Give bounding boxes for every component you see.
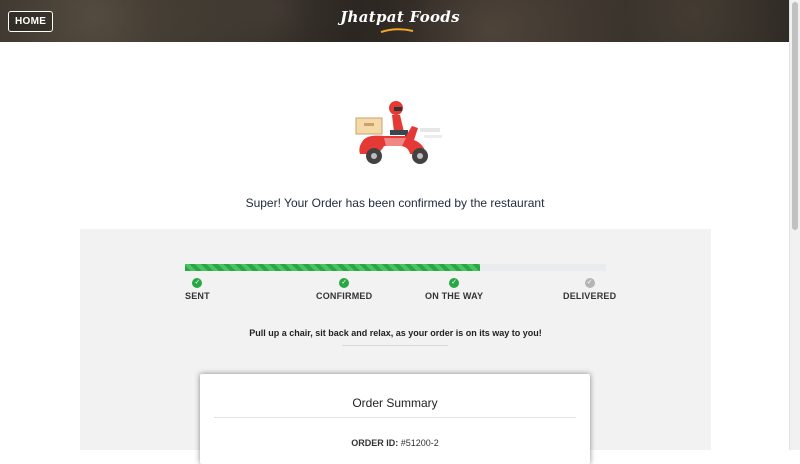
check-circle-icon: ✓: [339, 278, 350, 288]
order-id: ORDER ID: #51200-2: [200, 438, 590, 448]
order-summary-card: Order Summary ORDER ID: #51200-2: [200, 374, 590, 464]
step-confirmed: ✓ CONFIRMED: [316, 278, 373, 301]
brand-logo: Jhatpat Foods: [340, 8, 460, 26]
logo-swoosh-icon: [380, 28, 414, 33]
home-button[interactable]: HOME: [8, 11, 54, 32]
step-delivered: ✓ DELIVERED: [563, 278, 617, 301]
check-circle-icon: ✓: [449, 278, 460, 288]
order-progress-fill: [185, 264, 480, 271]
order-summary-title: Order Summary: [352, 396, 438, 410]
delivery-scooter-icon: [355, 101, 442, 164]
order-id-label: ORDER ID:: [351, 438, 399, 448]
relax-message: Pull up a chair, sit back and relax, as …: [249, 328, 542, 338]
step-sent: ✓ SENT: [185, 278, 210, 301]
order-status-message: Super! Your Order has been confirmed by …: [245, 196, 545, 210]
header-banner: HOME Jhatpat Foods: [0, 0, 790, 42]
check-circle-gray-icon: ✓: [584, 278, 595, 288]
divider: [214, 417, 576, 418]
divider: [342, 345, 448, 346]
order-progress-bar: [185, 264, 606, 271]
scroll-thumb[interactable]: [792, 2, 798, 230]
order-id-value: #51200-2: [400, 438, 439, 448]
check-circle-icon: ✓: [192, 278, 203, 288]
vertical-scrollbar[interactable]: [789, 0, 800, 450]
step-on-the-way: ✓ ON THE WAY: [425, 278, 484, 301]
